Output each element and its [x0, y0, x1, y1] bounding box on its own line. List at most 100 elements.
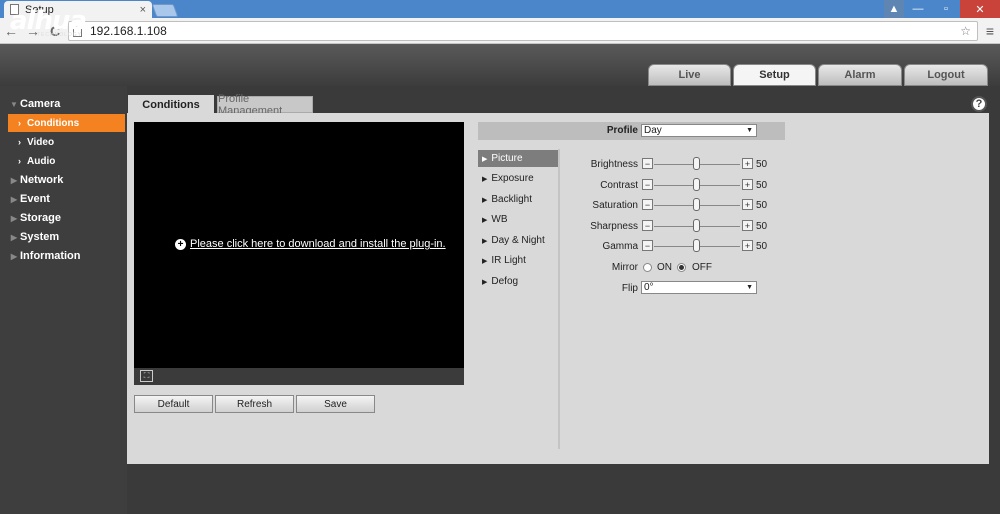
video-preview: [134, 122, 464, 385]
submenu-picture[interactable]: ▶ Picture: [478, 150, 558, 167]
window-controls: ▲ — ▫ ✕: [884, 0, 1000, 18]
sharpness-label: Sharpness: [590, 221, 638, 232]
gamma-decrease-button[interactable]: −: [642, 240, 653, 251]
gamma-value: 50: [756, 241, 768, 252]
brightness-decrease-button[interactable]: −: [642, 158, 653, 169]
mirror-on-radio[interactable]: [643, 263, 652, 272]
collapsed-triangle-icon: ▶: [10, 251, 18, 261]
close-tab-icon[interactable]: ×: [140, 4, 146, 16]
submenu-label: Day & Night: [491, 235, 545, 246]
sidebar-item-label: Information: [20, 250, 81, 262]
video-toolbar: [134, 368, 464, 385]
sidebar-item-label: Event: [20, 193, 50, 205]
sidebar-item-label: Storage: [20, 212, 61, 224]
tab-live[interactable]: Live: [648, 64, 731, 86]
sharpness-slider-thumb[interactable]: [693, 219, 700, 232]
save-button[interactable]: Save: [296, 395, 375, 413]
submenu-label: Backlight: [491, 194, 532, 205]
url-text: 192.168.1.108: [90, 24, 167, 38]
sidebar-item-label: Network: [20, 174, 64, 186]
submenu-exposure[interactable]: ▶ Exposure: [478, 170, 558, 187]
new-tab-button[interactable]: [151, 4, 179, 17]
triangle-right-icon: ▶: [482, 175, 488, 183]
contrast-decrease-button[interactable]: −: [642, 179, 653, 190]
tab-conditions[interactable]: Conditions: [128, 95, 214, 114]
brightness-increase-button[interactable]: +: [742, 158, 753, 169]
chevron-right-icon: ›: [18, 118, 21, 128]
triangle-right-icon: ▶: [482, 216, 488, 224]
address-bar[interactable]: 192.168.1.108 ☆: [68, 21, 978, 41]
mirror-label: Mirror: [611, 262, 638, 273]
sidebar-item-conditions[interactable]: › Conditions: [8, 114, 125, 132]
gamma-slider-thumb[interactable]: [693, 239, 700, 252]
sidebar-item-label: Camera: [20, 98, 61, 110]
profile-value: Day: [644, 125, 662, 136]
sharpness-value: 50: [756, 221, 768, 232]
submenu-defog[interactable]: ▶ Defog: [478, 273, 558, 290]
sidebar-item-event[interactable]: ▶ Event: [0, 190, 126, 208]
sidebar-item-video[interactable]: › Video: [0, 133, 126, 151]
tab-setup[interactable]: Setup: [733, 64, 816, 86]
sidebar-item-storage[interactable]: ▶ Storage: [0, 209, 126, 227]
flip-label: Flip: [621, 283, 638, 294]
dropdown-arrow-icon: ▼: [746, 284, 753, 291]
default-button[interactable]: Default: [134, 395, 213, 413]
sidebar-item-information[interactable]: ▶ Information: [0, 247, 126, 265]
sidebar-item-camera[interactable]: ▼ Camera: [0, 95, 126, 113]
sidebar-item-network[interactable]: ▶ Network: [0, 171, 126, 189]
plugin-download-link[interactable]: + Please click here to download and inst…: [175, 238, 446, 250]
saturation-decrease-button[interactable]: −: [642, 199, 653, 210]
tab-profile-management[interactable]: Profile Management: [217, 93, 313, 117]
user-icon[interactable]: ▲: [884, 0, 904, 18]
refresh-button[interactable]: Refresh: [215, 395, 294, 413]
minimize-button[interactable]: —: [904, 0, 932, 18]
sidebar-item-label: Video: [27, 136, 55, 148]
submenu-label: Defog: [491, 276, 519, 287]
brand-logo-sub: TECHNOLOGY: [37, 32, 83, 38]
star-icon[interactable]: ☆: [960, 24, 971, 38]
contrast-slider-thumb[interactable]: [693, 178, 700, 191]
chevron-right-icon: ›: [18, 156, 21, 166]
fullscreen-icon[interactable]: ⛶: [140, 370, 153, 382]
browser-menu-icon[interactable]: ≡: [986, 23, 994, 39]
saturation-increase-button[interactable]: +: [742, 199, 753, 210]
saturation-slider-thumb[interactable]: [693, 198, 700, 211]
submenu-label: IR Light: [491, 255, 526, 266]
flip-value: 0°: [644, 282, 654, 293]
brightness-slider-thumb[interactable]: [693, 157, 700, 170]
sidebar-item-audio[interactable]: › Audio: [0, 152, 126, 170]
contrast-label: Contrast: [600, 180, 638, 191]
triangle-right-icon: ▶: [482, 196, 488, 204]
collapsed-triangle-icon: ▶: [10, 175, 18, 185]
mirror-off-label: OFF: [692, 262, 712, 273]
expanded-triangle-icon: ▼: [10, 99, 18, 109]
maximize-button[interactable]: ▫: [932, 0, 960, 18]
triangle-right-icon: ▶: [482, 257, 488, 265]
contrast-value: 50: [756, 180, 768, 191]
flip-select[interactable]: 0° ▼: [641, 281, 757, 294]
profile-select[interactable]: Day ▼: [641, 124, 757, 137]
brightness-label: Brightness: [590, 159, 638, 170]
tab-alarm[interactable]: Alarm: [818, 64, 902, 86]
brightness-value: 50: [756, 159, 768, 170]
contrast-increase-button[interactable]: +: [742, 179, 753, 190]
sidebar-item-system[interactable]: ▶ System: [0, 228, 126, 246]
submenu-day-night[interactable]: ▶ Day & Night: [478, 232, 558, 249]
dropdown-arrow-icon: ▼: [746, 127, 753, 134]
submenu-ir-light[interactable]: ▶ IR Light: [478, 252, 558, 269]
help-icon[interactable]: ?: [971, 96, 987, 112]
sidebar-item-label: Conditions: [27, 117, 80, 129]
sidebar-item-label: Audio: [27, 155, 56, 167]
browser-toolbar: ← → C 192.168.1.108 ☆ ≡: [0, 18, 1000, 44]
submenu-wb[interactable]: ▶ WB: [478, 211, 558, 228]
gamma-label: Gamma: [602, 241, 638, 252]
triangle-right-icon: ▶: [482, 278, 488, 286]
tab-logout[interactable]: Logout: [904, 64, 988, 86]
sharpness-decrease-button[interactable]: −: [642, 220, 653, 231]
submenu-backlight[interactable]: ▶ Backlight: [478, 191, 558, 208]
triangle-right-icon: ▶: [482, 155, 488, 163]
mirror-off-radio[interactable]: [677, 263, 686, 272]
window-close-button[interactable]: ✕: [960, 0, 1000, 18]
sharpness-increase-button[interactable]: +: [742, 220, 753, 231]
gamma-increase-button[interactable]: +: [742, 240, 753, 251]
